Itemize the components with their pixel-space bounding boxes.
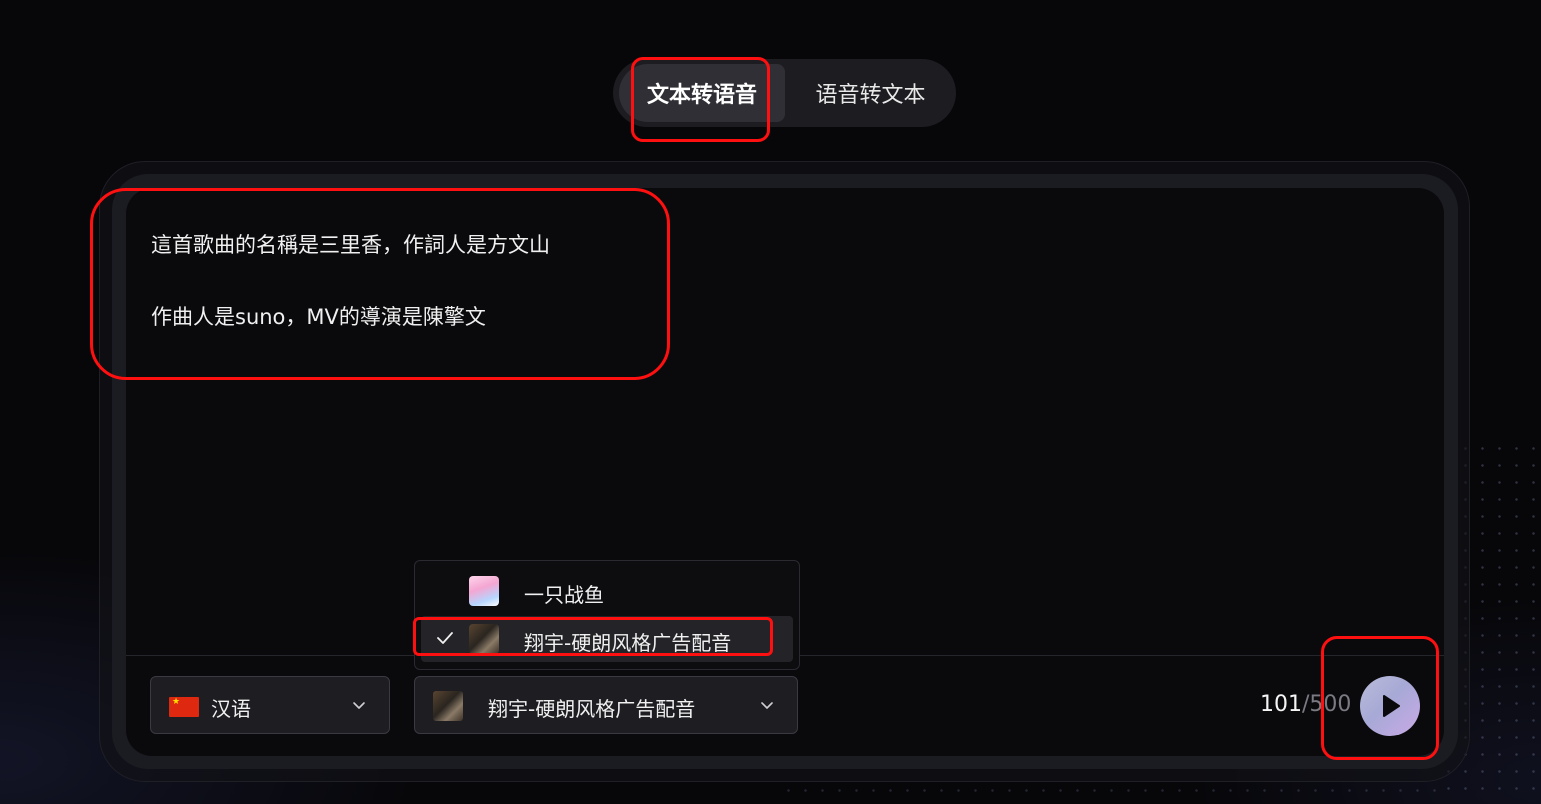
cn-flag-icon: ★ <box>169 697 199 717</box>
voice-dropdown-menu: 一只战鱼 翔宇-硬朗风格广告配音 <box>414 560 800 670</box>
voice-option-label: 翔宇-硬朗风格广告配音 <box>524 631 732 655</box>
voice-option-avatar <box>469 576 499 606</box>
language-select[interactable]: ★ 汉语 <box>150 676 390 734</box>
text-editor-area[interactable]: 這首歌曲的名稱是三里香，作詞人是方文山 作曲人是suno，MV的導演是陳擎文 <box>126 188 1444 756</box>
editor-text-line: 這首歌曲的名稱是三里香，作詞人是方文山 <box>151 233 550 257</box>
voice-option-avatar <box>469 624 499 654</box>
voice-select[interactable]: 翔宇-硬朗风格广告配音 <box>414 676 798 734</box>
voice-avatar <box>433 691 463 721</box>
chevron-down-icon <box>761 702 773 709</box>
voice-select-label: 翔宇-硬朗风格广告配音 <box>488 697 696 721</box>
language-select-label: 汉语 <box>211 697 251 721</box>
checkmark-icon <box>437 632 453 644</box>
mode-tab-bar: 文本转语音 语音转文本 <box>613 59 956 127</box>
character-counter: 101/500 <box>1260 692 1351 717</box>
character-count-max: 500 <box>1309 692 1352 717</box>
play-button[interactable] <box>1360 676 1420 736</box>
voice-option-selected[interactable]: 翔宇-硬朗风格广告配音 <box>421 616 793 662</box>
character-count-current: 101 <box>1260 692 1302 717</box>
voice-option-label: 一只战鱼 <box>524 583 604 607</box>
play-icon <box>1383 695 1400 717</box>
editor-text-line: 作曲人是suno，MV的導演是陳擎文 <box>151 305 486 329</box>
tab-speech-to-text[interactable]: 语音转文本 <box>793 64 948 122</box>
voice-option[interactable]: 一只战鱼 <box>421 568 793 614</box>
chevron-down-icon <box>353 702 365 709</box>
decorative-dot-grid-bottom <box>780 782 1440 804</box>
tab-text-to-speech[interactable]: 文本转语音 <box>619 64 785 122</box>
